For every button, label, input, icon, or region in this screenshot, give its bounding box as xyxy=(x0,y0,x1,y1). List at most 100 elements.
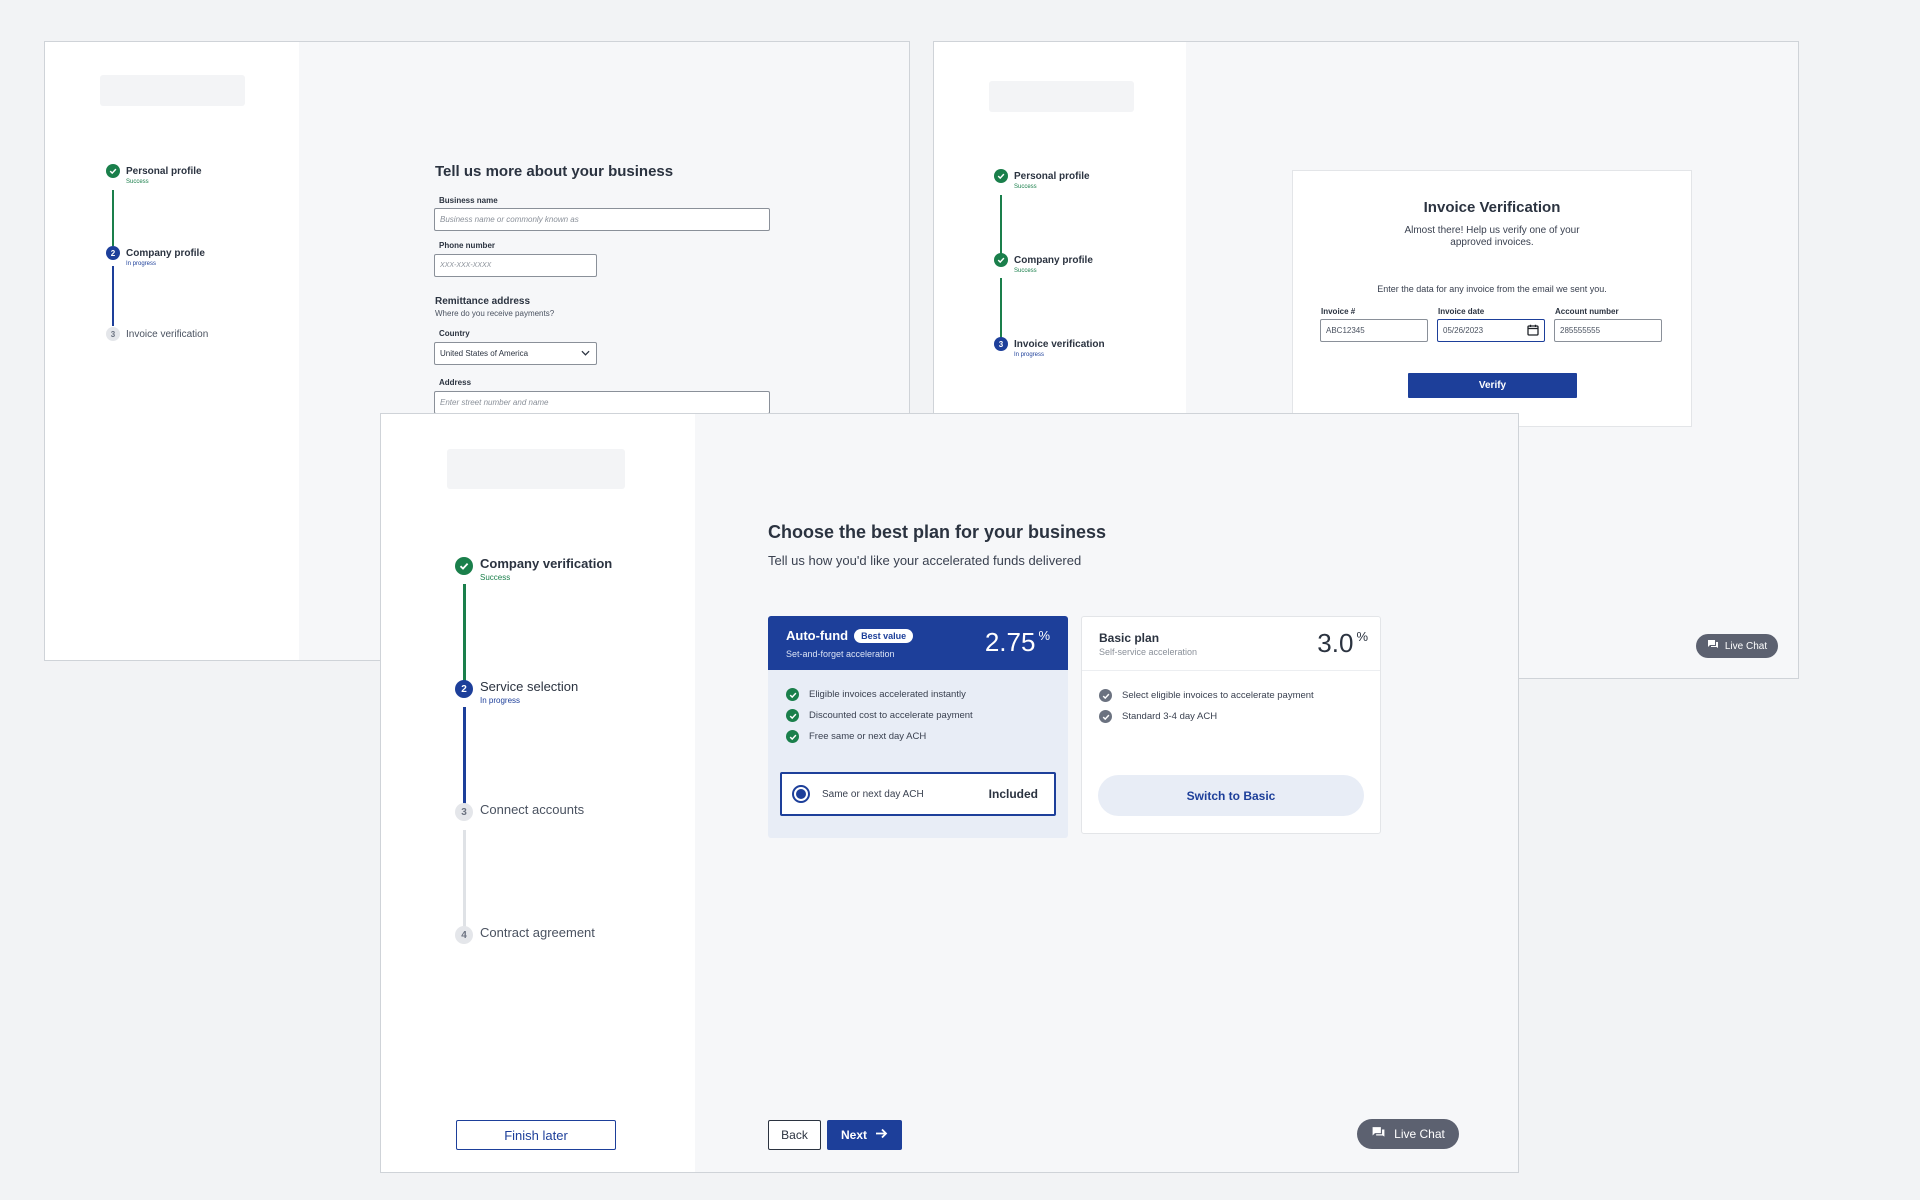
step-status: Success xyxy=(480,573,511,582)
feature-label: Standard 3-4 day ACH xyxy=(1122,711,1218,722)
feature-item: Standard 3-4 day ACH xyxy=(1099,710,1314,723)
basic-rate-unit: % xyxy=(1356,629,1368,644)
step-label: Company profile xyxy=(1014,255,1093,266)
live-chat-button[interactable]: Live Chat xyxy=(1696,634,1778,658)
step-status: In progress xyxy=(126,261,157,267)
step-label: Contract agreement xyxy=(480,925,595,940)
radio-selected-icon[interactable] xyxy=(792,785,810,803)
feature-label: Eligible invoices accelerated instantly xyxy=(809,689,966,700)
logo-placeholder xyxy=(989,81,1134,112)
invoice-date-label: Invoice date xyxy=(1438,307,1485,316)
step-status: Success xyxy=(1014,184,1037,190)
calendar-icon[interactable] xyxy=(1527,324,1539,338)
step-personal-profile[interactable]: Personal profile Success xyxy=(106,164,202,188)
next-label: Next xyxy=(840,1128,867,1142)
logo-placeholder xyxy=(447,449,625,489)
address-placeholder: Enter street number and name xyxy=(440,398,549,407)
next-button[interactable]: Next xyxy=(827,1120,902,1150)
country-label: Country xyxy=(439,329,470,338)
check-icon xyxy=(786,709,799,722)
step-status: Success xyxy=(1014,268,1037,274)
step-connector xyxy=(1000,195,1002,257)
check-icon xyxy=(994,169,1008,183)
card-title: Invoice Verification xyxy=(1423,199,1561,216)
chat-icon xyxy=(1707,639,1719,653)
plan-card-basic[interactable]: Basic plan Self-service acceleration 3.0… xyxy=(1081,616,1381,834)
check-icon xyxy=(1099,689,1112,702)
verify-button[interactable]: Verify xyxy=(1408,373,1577,398)
basic-name: Basic plan xyxy=(1099,631,1160,645)
step-label: Connect accounts xyxy=(480,802,585,817)
autofund-subtitle: Set-and-forget acceleration xyxy=(786,649,895,659)
check-icon xyxy=(455,557,473,575)
ach-option-value: Included xyxy=(988,787,1038,801)
step-status: In progress xyxy=(1014,352,1045,358)
form-title: Tell us more about your business xyxy=(435,163,674,180)
step-number: 2 xyxy=(106,246,120,260)
logo-placeholder xyxy=(100,75,245,106)
step-company-profile[interactable]: 2 Company profile In progress xyxy=(106,246,205,270)
account-number-input[interactable]: 285555555 xyxy=(1554,319,1662,342)
account-number-value: 285555555 xyxy=(1560,326,1601,335)
step-company-verification[interactable]: Company verification Success xyxy=(455,557,612,585)
step-connect-accounts[interactable]: 3 Connect accounts xyxy=(455,803,584,821)
invoice-number-label: Invoice # xyxy=(1321,307,1356,316)
step-invoice-verification[interactable]: 3 Invoice verification xyxy=(106,327,208,341)
step-company-profile[interactable]: Company profile Success xyxy=(994,253,1093,277)
business-name-input[interactable]: Business name or commonly known as xyxy=(434,208,770,231)
chat-icon xyxy=(1371,1126,1386,1142)
autofund-rate: 2.75 xyxy=(984,627,1036,657)
step-status: In progress xyxy=(480,696,521,705)
account-number-label: Account number xyxy=(1555,307,1619,316)
step-contract-agreement[interactable]: 4 Contract agreement xyxy=(455,926,595,944)
step-connector xyxy=(112,190,114,246)
step-connector xyxy=(463,830,466,934)
phone-input[interactable]: XXX-XXX-XXXX xyxy=(434,254,597,277)
address-label: Address xyxy=(439,378,472,387)
step-number: 3 xyxy=(455,803,473,821)
step-label: Invoice verification xyxy=(1014,339,1105,350)
ach-option[interactable]: Same or next day ACH Included xyxy=(780,772,1056,816)
chevron-down-icon xyxy=(581,349,590,358)
basic-subtitle: Self-service acceleration xyxy=(1099,647,1198,657)
page-subtitle: Tell us how you'd like your accelerated … xyxy=(768,553,1082,568)
basic-rate: 3.0 xyxy=(1317,628,1354,658)
feature-item: Select eligible invoices to accelerate p… xyxy=(1099,689,1314,702)
check-icon xyxy=(994,253,1008,267)
feature-item: Free same or next day ACH xyxy=(786,730,973,743)
autofund-name: Auto-fund xyxy=(786,628,849,643)
basic-features: Select eligible invoices to accelerate p… xyxy=(1099,689,1314,723)
address-input[interactable]: Enter street number and name xyxy=(434,391,770,414)
autofund-rate-unit: % xyxy=(1038,628,1050,643)
arrow-right-icon xyxy=(875,1128,888,1142)
best-value-badge: Best value xyxy=(854,628,914,643)
card-subtitle-2: approved invoices. xyxy=(1450,237,1534,248)
switch-to-basic-button[interactable]: Switch to Basic xyxy=(1098,775,1364,816)
country-select[interactable]: United States of America xyxy=(434,342,597,365)
step-invoice-verification[interactable]: 3 Invoice verification In progress xyxy=(994,337,1105,361)
stepper-sidebar: Personal profile Success 2 Company profi… xyxy=(45,42,299,660)
window-choose-plan: Company verification Success 2 Service s… xyxy=(380,413,1519,1173)
step-personal-profile[interactable]: Personal profile Success xyxy=(994,169,1090,193)
invoice-date-input[interactable]: 05/26/2023 xyxy=(1437,319,1545,342)
step-connector xyxy=(112,266,114,326)
step-connector xyxy=(1000,278,1002,340)
feature-label: Select eligible invoices to accelerate p… xyxy=(1122,690,1314,701)
step-connector xyxy=(463,707,466,811)
check-icon xyxy=(1099,710,1112,723)
remittance-subtitle: Where do you receive payments? xyxy=(435,309,555,318)
step-number: 3 xyxy=(106,327,120,341)
step-number: 4 xyxy=(455,926,473,944)
phone-placeholder: XXX-XXX-XXXX xyxy=(440,262,492,269)
feature-item: Eligible invoices accelerated instantly xyxy=(786,688,973,701)
back-button[interactable]: Back xyxy=(768,1120,821,1150)
finish-later-button[interactable]: Finish later xyxy=(456,1120,616,1150)
step-service-selection[interactable]: 2 Service selection In progress xyxy=(455,680,578,708)
live-chat-button[interactable]: Live Chat xyxy=(1357,1119,1459,1149)
feature-item: Discounted cost to accelerate payment xyxy=(786,709,973,722)
plan-card-autofund[interactable]: Auto-fund Best value Set-and-forget acce… xyxy=(768,616,1068,838)
step-label: Company verification xyxy=(480,556,613,571)
card-instructions: Enter the data for any invoice from the … xyxy=(1377,284,1607,294)
step-number: 2 xyxy=(455,680,473,698)
invoice-number-input[interactable]: ABC12345 xyxy=(1320,319,1428,342)
